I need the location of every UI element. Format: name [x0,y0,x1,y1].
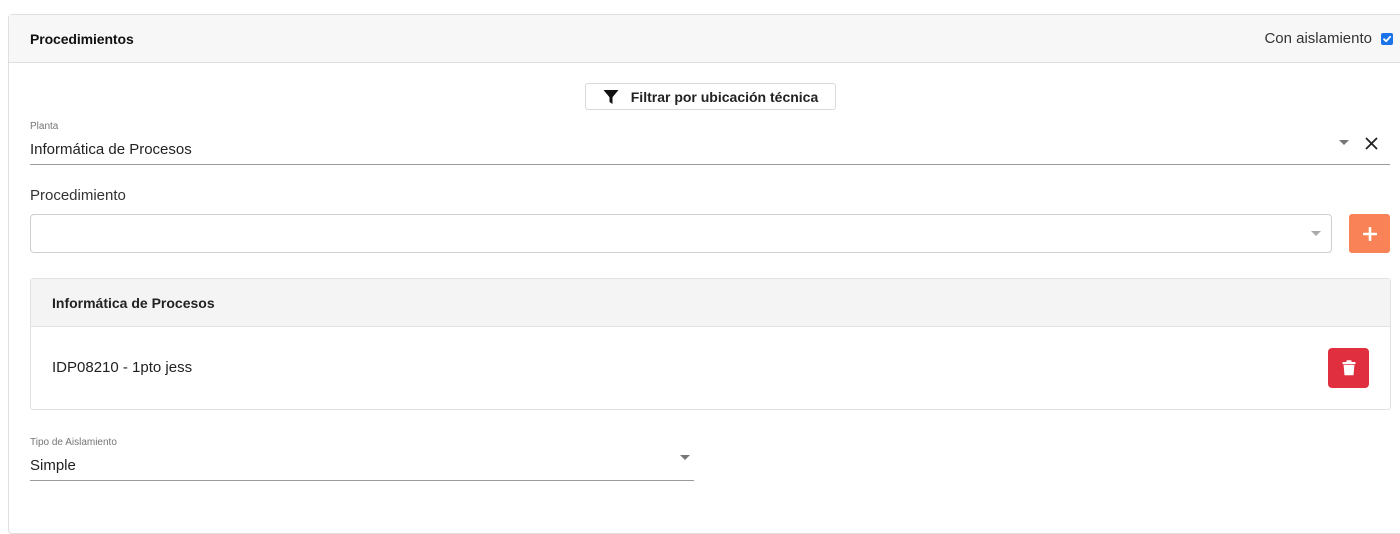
procedimiento-label: Procedimiento [30,187,126,204]
planta-dropdown-caret-icon[interactable] [1339,140,1349,145]
checkmark-icon [1383,35,1392,42]
isolation-type-value[interactable]: Simple [30,457,76,474]
isolation-checkbox[interactable] [1381,32,1393,45]
filter-button-label: Filtrar por ubicación técnica [630,88,819,105]
isolation-label: Con aislamiento [1264,30,1372,47]
filter-technical-location-button[interactable]: Filtrar por ubicación técnica [585,83,836,110]
isolation-type-caret-icon[interactable] [680,455,690,460]
isolation-type-label: Tipo de Aislamiento [30,437,117,448]
procedimiento-dropdown-caret-icon [1311,231,1321,236]
procedure-group-card: Informática de Procesos IDP08210 - 1pto … [30,278,1391,410]
delete-procedure-button[interactable] [1328,348,1369,388]
procedure-item-label: IDP08210 - 1pto jess [52,359,193,376]
plus-icon [1362,226,1377,241]
clear-icon[interactable] [1365,137,1378,150]
filter-icon [603,89,619,104]
procedimiento-select[interactable] [30,214,1332,253]
panel-title: Procedimientos [30,30,134,47]
planta-underline [30,164,1390,165]
add-procedure-button[interactable] [1349,214,1390,253]
planta-label: Planta [30,121,59,132]
isolation-toggle[interactable]: Con aislamiento [1264,30,1393,47]
isolation-type-underline [30,480,694,481]
trash-icon [1342,360,1355,376]
panel-header: Procedimientos Con aislamiento [9,15,1400,63]
group-title: Informática de Procesos [31,279,1390,327]
planta-value[interactable]: Informática de Procesos [30,141,192,158]
